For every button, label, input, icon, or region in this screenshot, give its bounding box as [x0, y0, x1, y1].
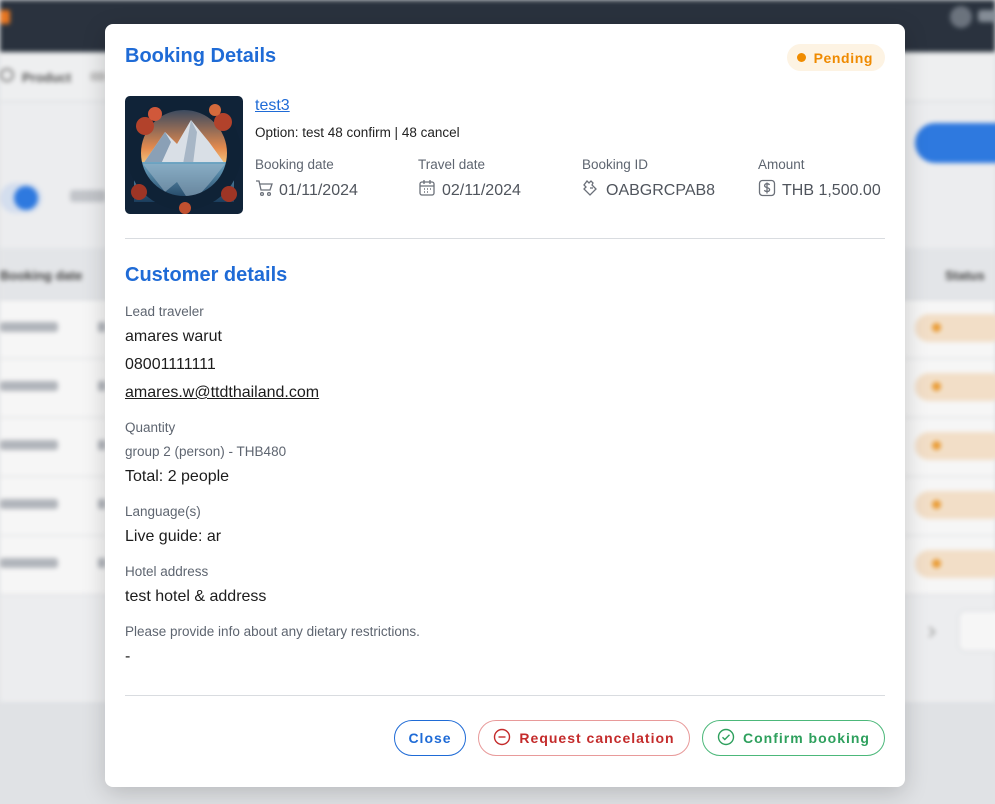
calendar-icon — [418, 179, 436, 202]
booking-option: Option: test 48 confirm | 48 cancel — [255, 125, 460, 140]
dietary-label: Please provide info about any dietary re… — [125, 624, 420, 639]
lead-traveler-label: Lead traveler — [125, 304, 204, 319]
status-badge: Pending — [786, 44, 885, 71]
quantity-detail: group 2 (person) - THB480 — [125, 444, 287, 459]
quantity-total: Total: 2 people — [125, 468, 230, 485]
status-text: Pending — [813, 49, 873, 66]
lead-traveler-name: amares warut — [125, 328, 222, 345]
request-cancelation-button[interactable]: Request cancelation — [478, 720, 690, 756]
booking-id-value: OABGRCPAB8 — [606, 181, 716, 199]
section-divider — [125, 238, 885, 239]
ticket-icon — [582, 179, 600, 202]
lead-traveler-email-link[interactable]: amares.w@ttdthailand.com — [125, 384, 319, 402]
check-circle-icon — [717, 728, 735, 749]
booking-id-field: Booking ID OABGRCPAB8 — [582, 157, 715, 202]
close-button[interactable]: Close — [394, 720, 466, 756]
dollar-icon — [758, 179, 776, 202]
lead-traveler-phone: 08001111111 — [125, 356, 216, 373]
product-thumbnail — [125, 96, 243, 214]
language-label: Language(s) — [125, 504, 201, 519]
quantity-label: Quantity — [125, 420, 176, 435]
amount-label: Amount — [758, 157, 805, 172]
booking-details-modal: Booking Details Pending test3 Option: te… — [105, 24, 905, 787]
minus-circle-icon — [493, 728, 511, 749]
modal-title: Booking Details — [125, 45, 277, 67]
amount-value: THB 1,500.00 — [782, 181, 881, 199]
amount-field: Amount THB 1,500.00 — [758, 157, 881, 202]
hotel-address-value: test hotel & address — [125, 588, 267, 605]
request-cancelation-label: Request cancelation — [519, 730, 675, 746]
booking-date-label: Booking date — [255, 157, 334, 172]
dietary-value: - — [125, 648, 131, 665]
cart-icon — [255, 179, 273, 202]
footer-divider — [125, 695, 885, 696]
travel-date-value: 02/11/2024 — [442, 181, 521, 199]
product-name-link[interactable]: test3 — [255, 97, 290, 115]
customer-details-title: Customer details — [125, 264, 288, 286]
language-value: Live guide: ar — [125, 528, 222, 545]
travel-date-label: Travel date — [418, 157, 486, 172]
travel-date-field: Travel date 02/11/2024 — [418, 157, 521, 202]
status-dot-icon — [796, 53, 806, 62]
close-button-label: Close — [408, 730, 452, 746]
confirm-booking-label: Confirm booking — [743, 730, 870, 746]
confirm-booking-button[interactable]: Confirm booking — [702, 720, 885, 756]
booking-date-value: 01/11/2024 — [279, 181, 358, 199]
booking-date-field: Booking date 01/11/2024 — [255, 157, 358, 202]
booking-id-label: Booking ID — [582, 157, 649, 172]
hotel-address-label: Hotel address — [125, 564, 209, 579]
